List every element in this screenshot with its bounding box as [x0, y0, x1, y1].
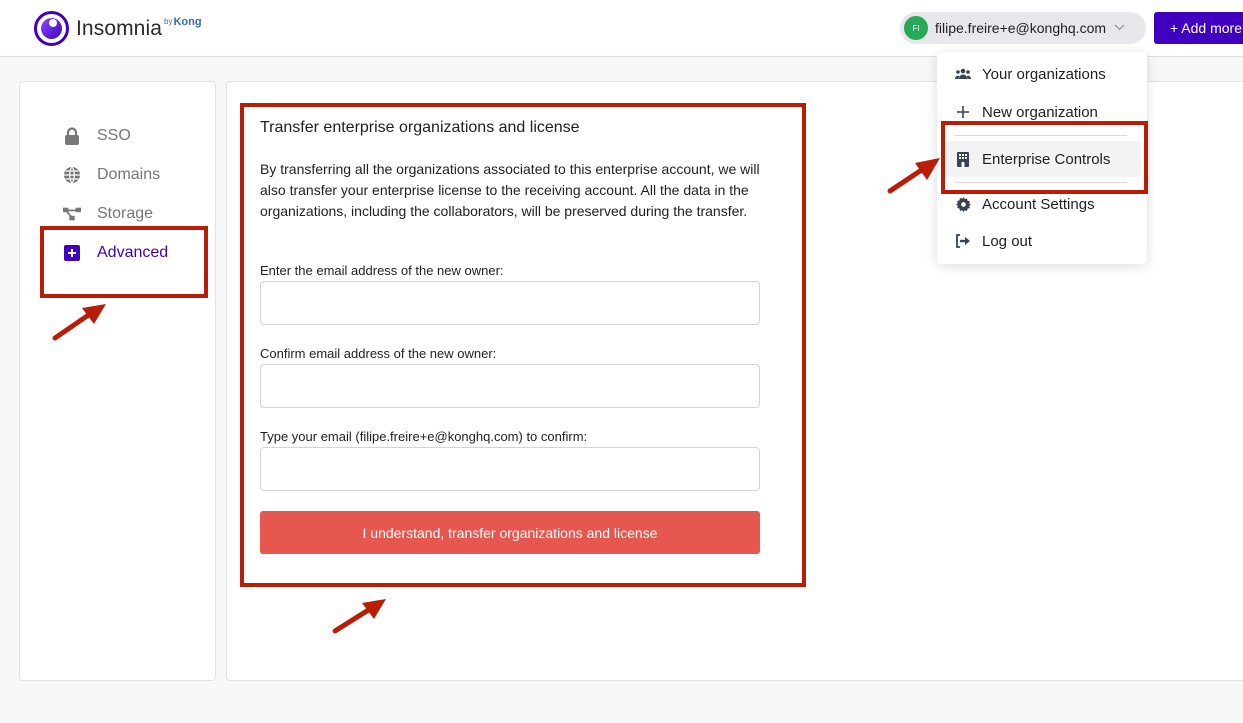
- sidebar-item-label: Advanced: [97, 244, 169, 261]
- own-email-confirm-label: Type your email (filipe.freire+e@konghq.…: [260, 429, 588, 444]
- logo-text: Insomnia: [76, 16, 163, 40]
- menu-divider: [955, 135, 1127, 136]
- settings-sidebar: SSO Domains Storage Advanced: [19, 81, 216, 681]
- account-menu-button[interactable]: FI filipe.freire+e@konghq.com: [900, 12, 1146, 44]
- new-owner-email-input[interactable]: [260, 281, 760, 325]
- confirm-new-owner-email-input[interactable]: [260, 364, 760, 408]
- insomnia-logo[interactable]: Insomnia by Kong: [34, 11, 202, 46]
- confirm-new-owner-email-label: Confirm email address of the new owner:: [260, 346, 497, 361]
- account-email: filipe.freire+e@konghq.com: [935, 20, 1107, 36]
- menu-item-new-organization[interactable]: New organization: [937, 94, 1147, 130]
- logo-brand: Kong: [173, 16, 202, 28]
- menu-item-enterprise-controls[interactable]: Enterprise Controls: [943, 141, 1141, 177]
- new-owner-email-label: Enter the email address of the new owner…: [260, 263, 504, 278]
- logout-icon: [955, 233, 971, 249]
- plus-icon: [955, 104, 971, 120]
- account-dropdown-menu: Your organizations New organization Ente…: [937, 52, 1147, 264]
- lock-icon: [63, 127, 81, 145]
- own-email-confirm-input[interactable]: [260, 447, 760, 491]
- transfer-form-description: By transferring all the organizations as…: [260, 161, 760, 219]
- menu-item-your-organizations[interactable]: Your organizations: [937, 56, 1147, 92]
- sidebar-item-label: Domains: [97, 166, 161, 183]
- share-nodes-icon: [63, 205, 81, 223]
- sidebar-item-advanced[interactable]: Advanced: [63, 244, 168, 262]
- top-header: Insomnia by Kong FI filipe.freire+e@kong…: [0, 0, 1243, 57]
- menu-item-account-settings[interactable]: Account Settings: [937, 186, 1147, 222]
- plus-square-icon: [63, 244, 81, 262]
- users-icon: [955, 66, 971, 82]
- sidebar-item-storage[interactable]: Storage: [63, 205, 153, 223]
- sidebar-item-label: SSO: [97, 127, 131, 144]
- logo-by: by: [164, 17, 173, 26]
- chevron-down-icon: [1114, 23, 1125, 34]
- transfer-submit-button[interactable]: I understand, transfer organizations and…: [260, 511, 760, 554]
- sidebar-item-label: Storage: [97, 205, 154, 222]
- gear-icon: [955, 196, 971, 212]
- sidebar-item-sso[interactable]: SSO: [63, 127, 131, 145]
- building-icon: [955, 151, 971, 167]
- menu-divider: [955, 182, 1127, 183]
- menu-item-log-out[interactable]: Log out: [937, 223, 1147, 259]
- menu-item-label: Your organizations: [982, 65, 1106, 83]
- transfer-form-title: Transfer enterprise organizations and li…: [260, 119, 580, 136]
- menu-item-label: Enterprise Controls: [982, 150, 1111, 168]
- menu-item-label: New organization: [982, 103, 1098, 121]
- sidebar-item-domains[interactable]: Domains: [63, 166, 160, 184]
- menu-item-label: Log out: [982, 232, 1033, 250]
- menu-item-label: Account Settings: [982, 195, 1095, 213]
- add-more-button[interactable]: + Add more: [1154, 12, 1243, 44]
- insomnia-logo-icon: [34, 11, 69, 46]
- globe-icon: [63, 166, 81, 184]
- avatar: FI: [904, 16, 928, 40]
